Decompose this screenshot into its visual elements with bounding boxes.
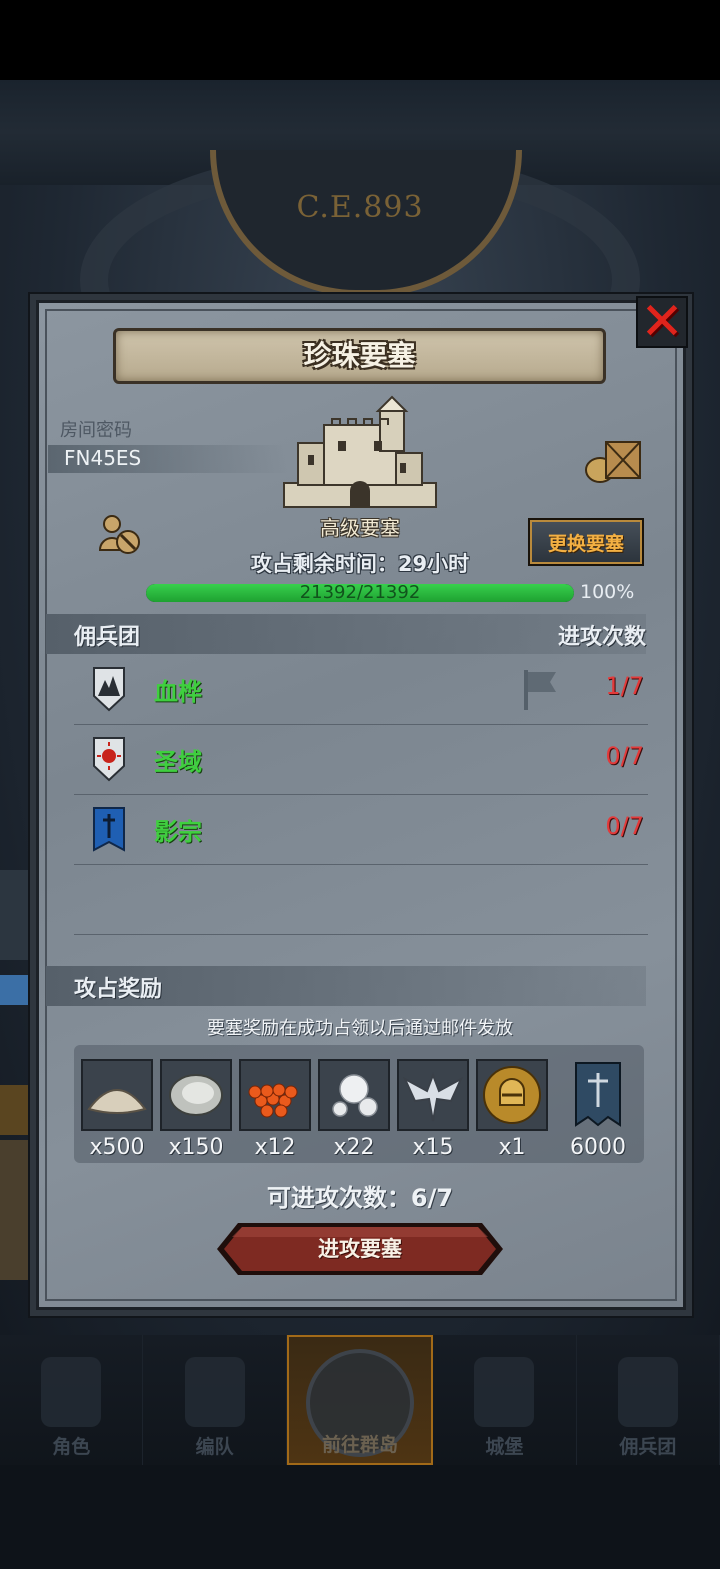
bottom-bar bbox=[0, 1465, 720, 1569]
pearl-icon bbox=[332, 1074, 378, 1117]
empty-guild-row bbox=[74, 864, 648, 935]
reward-quantity: x12 bbox=[254, 1135, 296, 1160]
reward-quantity: x500 bbox=[89, 1135, 145, 1160]
status-bar-area bbox=[0, 0, 720, 80]
nav-item-mercenary[interactable]: 佣兵团 bbox=[577, 1335, 720, 1465]
title-banner: 珍珠要塞 bbox=[113, 328, 606, 384]
dialog-title: 珍珠要塞 bbox=[303, 339, 416, 372]
attack-button-label: 进攻要塞 bbox=[318, 1237, 402, 1261]
knight-helmet-medal-icon bbox=[483, 1066, 541, 1124]
sword-banner-icon bbox=[93, 807, 125, 852]
room-code-label: 房间密码 bbox=[60, 420, 132, 441]
guild-section-header: 佣兵团 进攻次数 bbox=[46, 614, 646, 654]
left-side-tab[interactable] bbox=[0, 975, 30, 1005]
reward-section-header: 攻占奖励 bbox=[46, 966, 646, 1006]
guild-attack-count: 0/7 bbox=[605, 742, 644, 770]
guild-attack-count: 0/7 bbox=[605, 812, 644, 840]
flag-icon bbox=[524, 670, 556, 710]
reward-quantity: x150 bbox=[168, 1135, 224, 1160]
fortress-hp-percent: 100% bbox=[580, 581, 635, 603]
capture-timer: 攻占剩余时间：29小时 bbox=[250, 552, 470, 576]
reward-quantity: 6000 bbox=[570, 1135, 626, 1160]
guild-row[interactable]: 圣域 0/7 bbox=[74, 724, 648, 795]
attack-fortress-button[interactable]: 进攻要塞 bbox=[216, 1222, 504, 1276]
fortress-castle-icon bbox=[283, 395, 437, 508]
nav-item-castle[interactable]: 城堡 bbox=[433, 1335, 577, 1465]
guild-name: 圣域 bbox=[154, 748, 202, 776]
left-side-button[interactable] bbox=[0, 870, 30, 960]
reward-note: 要塞奖励在成功占领以后通过邮件发放 bbox=[207, 1018, 513, 1039]
reward-item[interactable]: 6000 bbox=[562, 1059, 634, 1160]
oyster-icon bbox=[169, 1074, 223, 1116]
room-code-value: FN45ES bbox=[64, 446, 142, 470]
close-icon: ✕ bbox=[640, 292, 684, 352]
attack-count-label: 进攻次数 bbox=[557, 625, 646, 650]
attacks-remaining: 可进攻次数：6/7 bbox=[266, 1184, 454, 1212]
castle-icon bbox=[474, 1357, 535, 1427]
left-side-badge[interactable] bbox=[0, 1085, 30, 1135]
fish-roe-icon bbox=[248, 1083, 298, 1118]
reward-item[interactable]: x22 bbox=[318, 1059, 390, 1160]
fortress-hp-text: 21392/21392 bbox=[299, 584, 421, 602]
sand-pile-icon bbox=[87, 1089, 147, 1114]
sun-shield-icon bbox=[93, 737, 125, 782]
supply-crate-icon[interactable] bbox=[584, 434, 644, 484]
nav-item-character[interactable]: 角色 bbox=[0, 1335, 144, 1465]
helmet-icon bbox=[184, 1357, 245, 1427]
reward-quantity: x15 bbox=[412, 1135, 454, 1160]
era-label: C.E.893 bbox=[296, 190, 424, 225]
reward-section-label: 攻占奖励 bbox=[74, 977, 163, 1002]
reward-quantity: x1 bbox=[498, 1135, 526, 1160]
reward-item[interactable]: x12 bbox=[239, 1059, 311, 1160]
close-button[interactable]: ✕ bbox=[636, 296, 688, 348]
nav-item-islands[interactable]: 前往群岛 bbox=[286, 1335, 434, 1465]
guild-attack-count: 1/7 bbox=[605, 672, 644, 700]
guild-section-label: 佣兵团 bbox=[74, 625, 141, 650]
knight-icon bbox=[41, 1357, 102, 1427]
fortress-hp-bar: 21392/21392 bbox=[146, 584, 574, 602]
reward-quantity: x22 bbox=[333, 1135, 375, 1160]
bottom-nav: 角色 编队 前往群岛 城堡 佣兵团 bbox=[0, 1335, 720, 1465]
reward-item[interactable]: x1 bbox=[476, 1059, 548, 1160]
reward-item[interactable]: x15 bbox=[397, 1059, 469, 1160]
guild-name: 血桦 bbox=[154, 678, 202, 706]
nav-item-formation[interactable]: 编队 bbox=[143, 1335, 287, 1465]
wing-emblem-icon bbox=[402, 1072, 464, 1122]
guild-name: 影宗 bbox=[154, 818, 202, 846]
guild-row[interactable]: 影宗 0/7 bbox=[74, 794, 648, 865]
flag-knight-icon bbox=[617, 1357, 678, 1427]
mountain-shield-icon bbox=[93, 667, 125, 712]
reward-item[interactable]: x150 bbox=[160, 1059, 232, 1160]
guild-row[interactable]: 血桦 1/7 bbox=[74, 654, 648, 725]
guild-banner-icon bbox=[575, 1062, 621, 1127]
reward-item[interactable]: x500 bbox=[81, 1059, 153, 1160]
